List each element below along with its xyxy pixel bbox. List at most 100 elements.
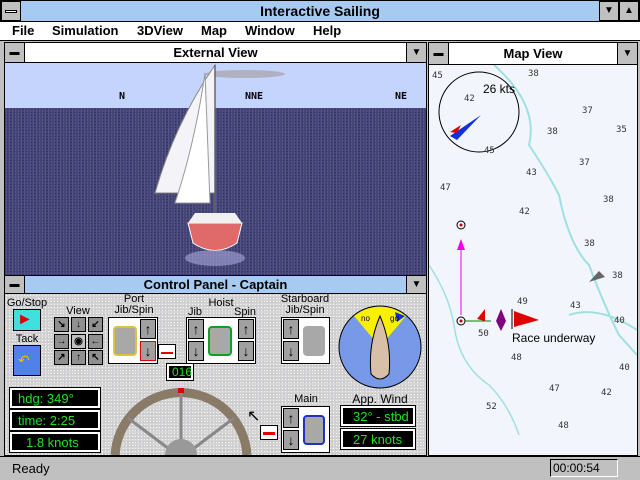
port-winch: ↑ ↓ [108, 317, 158, 364]
depth-sounding: 38 [612, 271, 623, 281]
menu-map[interactable]: Map [201, 22, 227, 40]
race-flag-icon [514, 311, 539, 327]
winch-drum-icon [113, 326, 137, 356]
depth-sounding: 45 [432, 71, 443, 81]
depth-sounding: 49 [517, 297, 528, 307]
race-status-label: Race underway [512, 331, 596, 345]
3d-scene[interactable]: N NNE NE [5, 63, 426, 275]
minus-icon: ▬ [9, 47, 20, 58]
view-ne-button[interactable]: ↙ [88, 317, 103, 332]
starboard-sheet-in-button[interactable]: ↑ [283, 319, 299, 339]
menu-help[interactable]: Help [313, 22, 341, 40]
view-nw-button[interactable]: ↘ [54, 317, 69, 332]
depth-sounding: 47 [440, 183, 451, 193]
main-sheet-in-button[interactable]: ↑ [283, 408, 299, 428]
depth-sounding: 45 [484, 146, 495, 156]
view-e-button[interactable]: ← [88, 333, 103, 349]
view-eye-button[interactable]: ◉ [71, 333, 86, 349]
menu-3dview[interactable]: 3DView [137, 22, 183, 40]
main-winch: ↑ ↓ [281, 406, 330, 453]
depth-sounding: 42 [601, 388, 612, 398]
view-direction-pad: ↘ ↓ ↙ → ◉ ← ↗ ↑ ↖ [54, 317, 103, 366]
depth-sounding: 48 [558, 421, 569, 431]
view-n-button[interactable]: ↓ [71, 317, 86, 332]
steering-wheel[interactable] [108, 380, 254, 455]
speed-readout: 1.8 knots [9, 431, 101, 453]
port-sail-trim-indicator [158, 344, 176, 359]
window-dropdown-button[interactable]: ▼ [617, 43, 637, 64]
depth-sounding: 50 [478, 329, 489, 339]
view-w-button[interactable]: → [54, 333, 69, 349]
go-stop-button[interactable]: ► [13, 309, 41, 331]
window-menu-button[interactable]: ▬ [5, 276, 25, 293]
depth-sounding: 38 [547, 127, 558, 137]
depth-sounding: 38 [528, 69, 539, 79]
map-view-window: ▬ Map View ▼ 26 kts Race underway 45 38 … [428, 42, 638, 456]
main-sheet-out-button[interactable]: ↓ [283, 430, 299, 450]
window-dropdown-button[interactable]: ▼ [406, 43, 426, 62]
depth-sounding: 40 [614, 316, 625, 326]
trim-line-icon [263, 432, 275, 435]
app-wind-speed-readout: 27 knots [340, 428, 416, 450]
status-bar: Ready 00:00:54 [0, 456, 640, 480]
window-dropdown-button[interactable]: ▼ [406, 276, 426, 293]
system-menu-button[interactable] [1, 1, 21, 21]
depth-sounding: 52 [486, 402, 497, 412]
menu-bar: File Simulation 3DView Map Window Help [0, 22, 640, 41]
rudder-mark [178, 388, 184, 393]
winch-drum-icon [303, 415, 325, 445]
menu-window[interactable]: Window [245, 22, 295, 40]
menu-simulation[interactable]: Simulation [52, 22, 118, 40]
hull [187, 222, 243, 251]
view-se-button[interactable]: ↖ [88, 350, 103, 366]
nautical-chart[interactable]: 26 kts Race underway 45 38 42 37 35 38 4… [429, 65, 637, 455]
window-title: Map View [503, 46, 563, 61]
depth-sounding: 40 [619, 363, 630, 373]
external-view-title-bar: ▬ External View ▼ [5, 43, 426, 63]
starboard-sheet-out-button[interactable]: ↓ [283, 341, 299, 361]
sailboat [154, 63, 285, 266]
hoist-jib-up-button[interactable]: ↑ [188, 319, 204, 339]
flag-icon: ► [17, 311, 33, 328]
view-s-button[interactable]: ↑ [71, 350, 86, 366]
map-view-title-bar: ▬ Map View ▼ [429, 43, 637, 65]
menu-file[interactable]: File [12, 22, 34, 40]
boat-icon [477, 309, 485, 321]
wind-arrow-icon [450, 115, 481, 140]
minimize-button[interactable]: ▼ [599, 1, 619, 21]
go-label: go [390, 314, 399, 323]
depth-sounding: 42 [519, 207, 530, 217]
chevron-down-icon: ▼ [411, 47, 422, 58]
apparent-wind-gauge: no go [338, 305, 422, 389]
time-readout: time: 2:25 [9, 409, 101, 431]
tack-label: Tack [15, 333, 39, 345]
app-title-bar: Interactive Sailing ▼ ▲ [0, 0, 640, 22]
wake [185, 250, 245, 266]
hoist-spin-down-button[interactable]: ↓ [238, 341, 254, 361]
depth-sounding: 37 [579, 158, 590, 168]
rudder-readout: 016 [166, 363, 194, 381]
depth-sounding: 48 [511, 353, 522, 363]
control-panel-window: ▬ Control Panel - Captain ▼ Go/Stop ► Ta… [4, 275, 427, 456]
window-menu-button[interactable]: ▬ [5, 43, 25, 62]
control-panel-title-bar: ▬ Control Panel - Captain ▼ [5, 276, 426, 294]
depth-sounding: 43 [526, 168, 537, 178]
committee-boat-icon [496, 309, 506, 331]
port-sheet-out-button[interactable]: ↓ [140, 341, 156, 361]
port-sheet-in-button[interactable]: ↑ [140, 319, 156, 339]
view-sw-button[interactable]: ↗ [54, 350, 69, 366]
chevron-down-icon: ▼ [622, 48, 633, 59]
maximize-button[interactable]: ▲ [619, 1, 639, 21]
starboard-jib-spin-label: Starboard Jib/Spin [280, 293, 330, 316]
no-label: no [361, 314, 370, 323]
view-label: View [66, 305, 90, 317]
hoist-jib-down-button[interactable]: ↓ [188, 341, 204, 361]
wind-speed-label: 26 kts [483, 82, 516, 96]
trim-line-icon [161, 352, 173, 354]
hoist-spin-up-button[interactable]: ↑ [238, 319, 254, 339]
main-label: Main [294, 393, 318, 405]
window-menu-button[interactable]: ▬ [429, 43, 449, 64]
tack-button[interactable]: ↶ [13, 345, 41, 376]
port-jib-spin-label: Port Jib/Spin [114, 293, 154, 316]
system-menu-icon [5, 9, 17, 13]
